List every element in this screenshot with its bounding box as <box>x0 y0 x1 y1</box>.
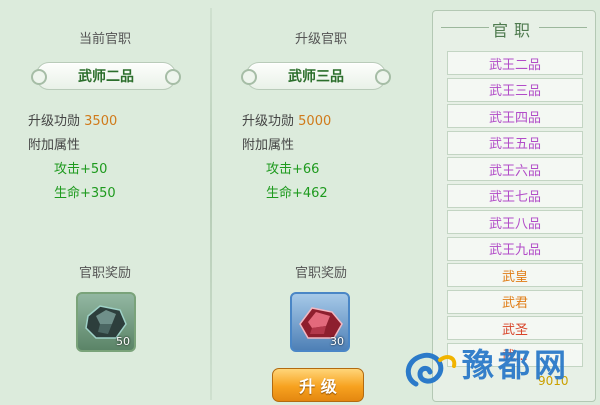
upgrade-reward-count: 30 <box>330 335 344 348</box>
rank-list-item[interactable]: 武王三品 <box>447 77 583 102</box>
rank-list-item-label: 武王九品 <box>488 243 541 258</box>
upgrade-attack-bonus: 攻击+66 <box>266 162 320 177</box>
current-rank-plate: 武师二品 <box>31 62 181 90</box>
upgrade-reward-item[interactable]: 30 <box>290 292 350 352</box>
current-exp-value: 3500 <box>84 114 118 129</box>
current-exp-line: 升级功勋 3500 <box>28 110 117 129</box>
rank-list-item-label: 武圣 <box>501 322 528 338</box>
rank-list-item[interactable]: 武王四品 <box>447 104 583 128</box>
current-reward-title: 官职奖励 <box>78 266 131 281</box>
current-life-bonus: 生命+350 <box>54 186 116 201</box>
upgrade-exp-line: 升级功勋 5000 <box>242 110 331 129</box>
upgrade-life-bonus: 生命+462 <box>266 186 328 201</box>
rank-list-item[interactable]: 武王七品 <box>447 183 583 208</box>
upgrade-attr-label: 附加属性 <box>242 138 295 153</box>
rank-list-item[interactable]: 武王八品 <box>447 210 583 234</box>
upgrade-rank-title: 升级官职 <box>294 32 347 47</box>
rank-list-item[interactable]: 武王二品 <box>447 51 583 75</box>
upgrade-reward-title: 官职奖励 <box>294 266 347 281</box>
rank-list-item-label: 武王六品 <box>488 163 541 179</box>
rank-list-item-label: 武王三品 <box>488 84 541 99</box>
current-rank-title: 当前官职 <box>78 32 131 47</box>
rank-list-item[interactable]: 武皇 <box>447 263 583 287</box>
rank-list-item[interactable]: 武王五品 <box>447 130 583 155</box>
current-reward-item[interactable]: 50 <box>76 292 136 352</box>
rank-list-item-label: 武王四品 <box>488 110 541 126</box>
rank-list-item-label: 武王七品 <box>488 190 541 205</box>
rank-list-item-label: 武王二品 <box>488 57 541 73</box>
current-rank-name: 武师二品 <box>78 69 134 85</box>
current-attr-label: 附加属性 <box>28 138 81 153</box>
upgrade-button-label: 升 级 <box>299 377 337 396</box>
current-rank-panel: 当前官职 武师二品 升级功勋 3500 附加属性 攻击+50 生命+350 官职… <box>0 0 210 405</box>
rank-list: 武王二品 武王三品 武王四品 武王五品 武王六品 武王七品 武王八品 武王九品 武皇 武君 武圣 武… <box>447 51 583 369</box>
upgrade-rank-name: 武师三品 <box>288 69 344 85</box>
rank-list-item-label: 武王五品 <box>488 137 541 152</box>
rank-list-item[interactable]: 武圣 <box>447 316 583 340</box>
watermark-text: 豫都网 <box>462 346 571 384</box>
current-reward-count: 50 <box>116 335 130 348</box>
rank-list-item-label: 武皇 <box>501 269 528 285</box>
rank-list-title: 官职 <box>433 17 595 41</box>
upgrade-exp-value: 5000 <box>298 114 332 129</box>
rank-list-item[interactable]: 武君 <box>447 289 583 314</box>
upgrade-button[interactable]: 升 级 <box>272 368 364 402</box>
rank-list-item[interactable]: 武王九品 <box>447 236 583 261</box>
rank-list-item[interactable]: 武王六品 <box>447 157 583 181</box>
upgrade-rank-plate: 武师三品 <box>241 62 391 90</box>
rank-list-item-label: 武君 <box>501 296 528 311</box>
rank-list-item-label: 武王八品 <box>488 216 541 232</box>
current-exp-label: 升级功勋 <box>28 114 81 129</box>
current-attack-bonus: 攻击+50 <box>54 162 108 177</box>
upgrade-exp-label: 升级功勋 <box>242 114 295 129</box>
